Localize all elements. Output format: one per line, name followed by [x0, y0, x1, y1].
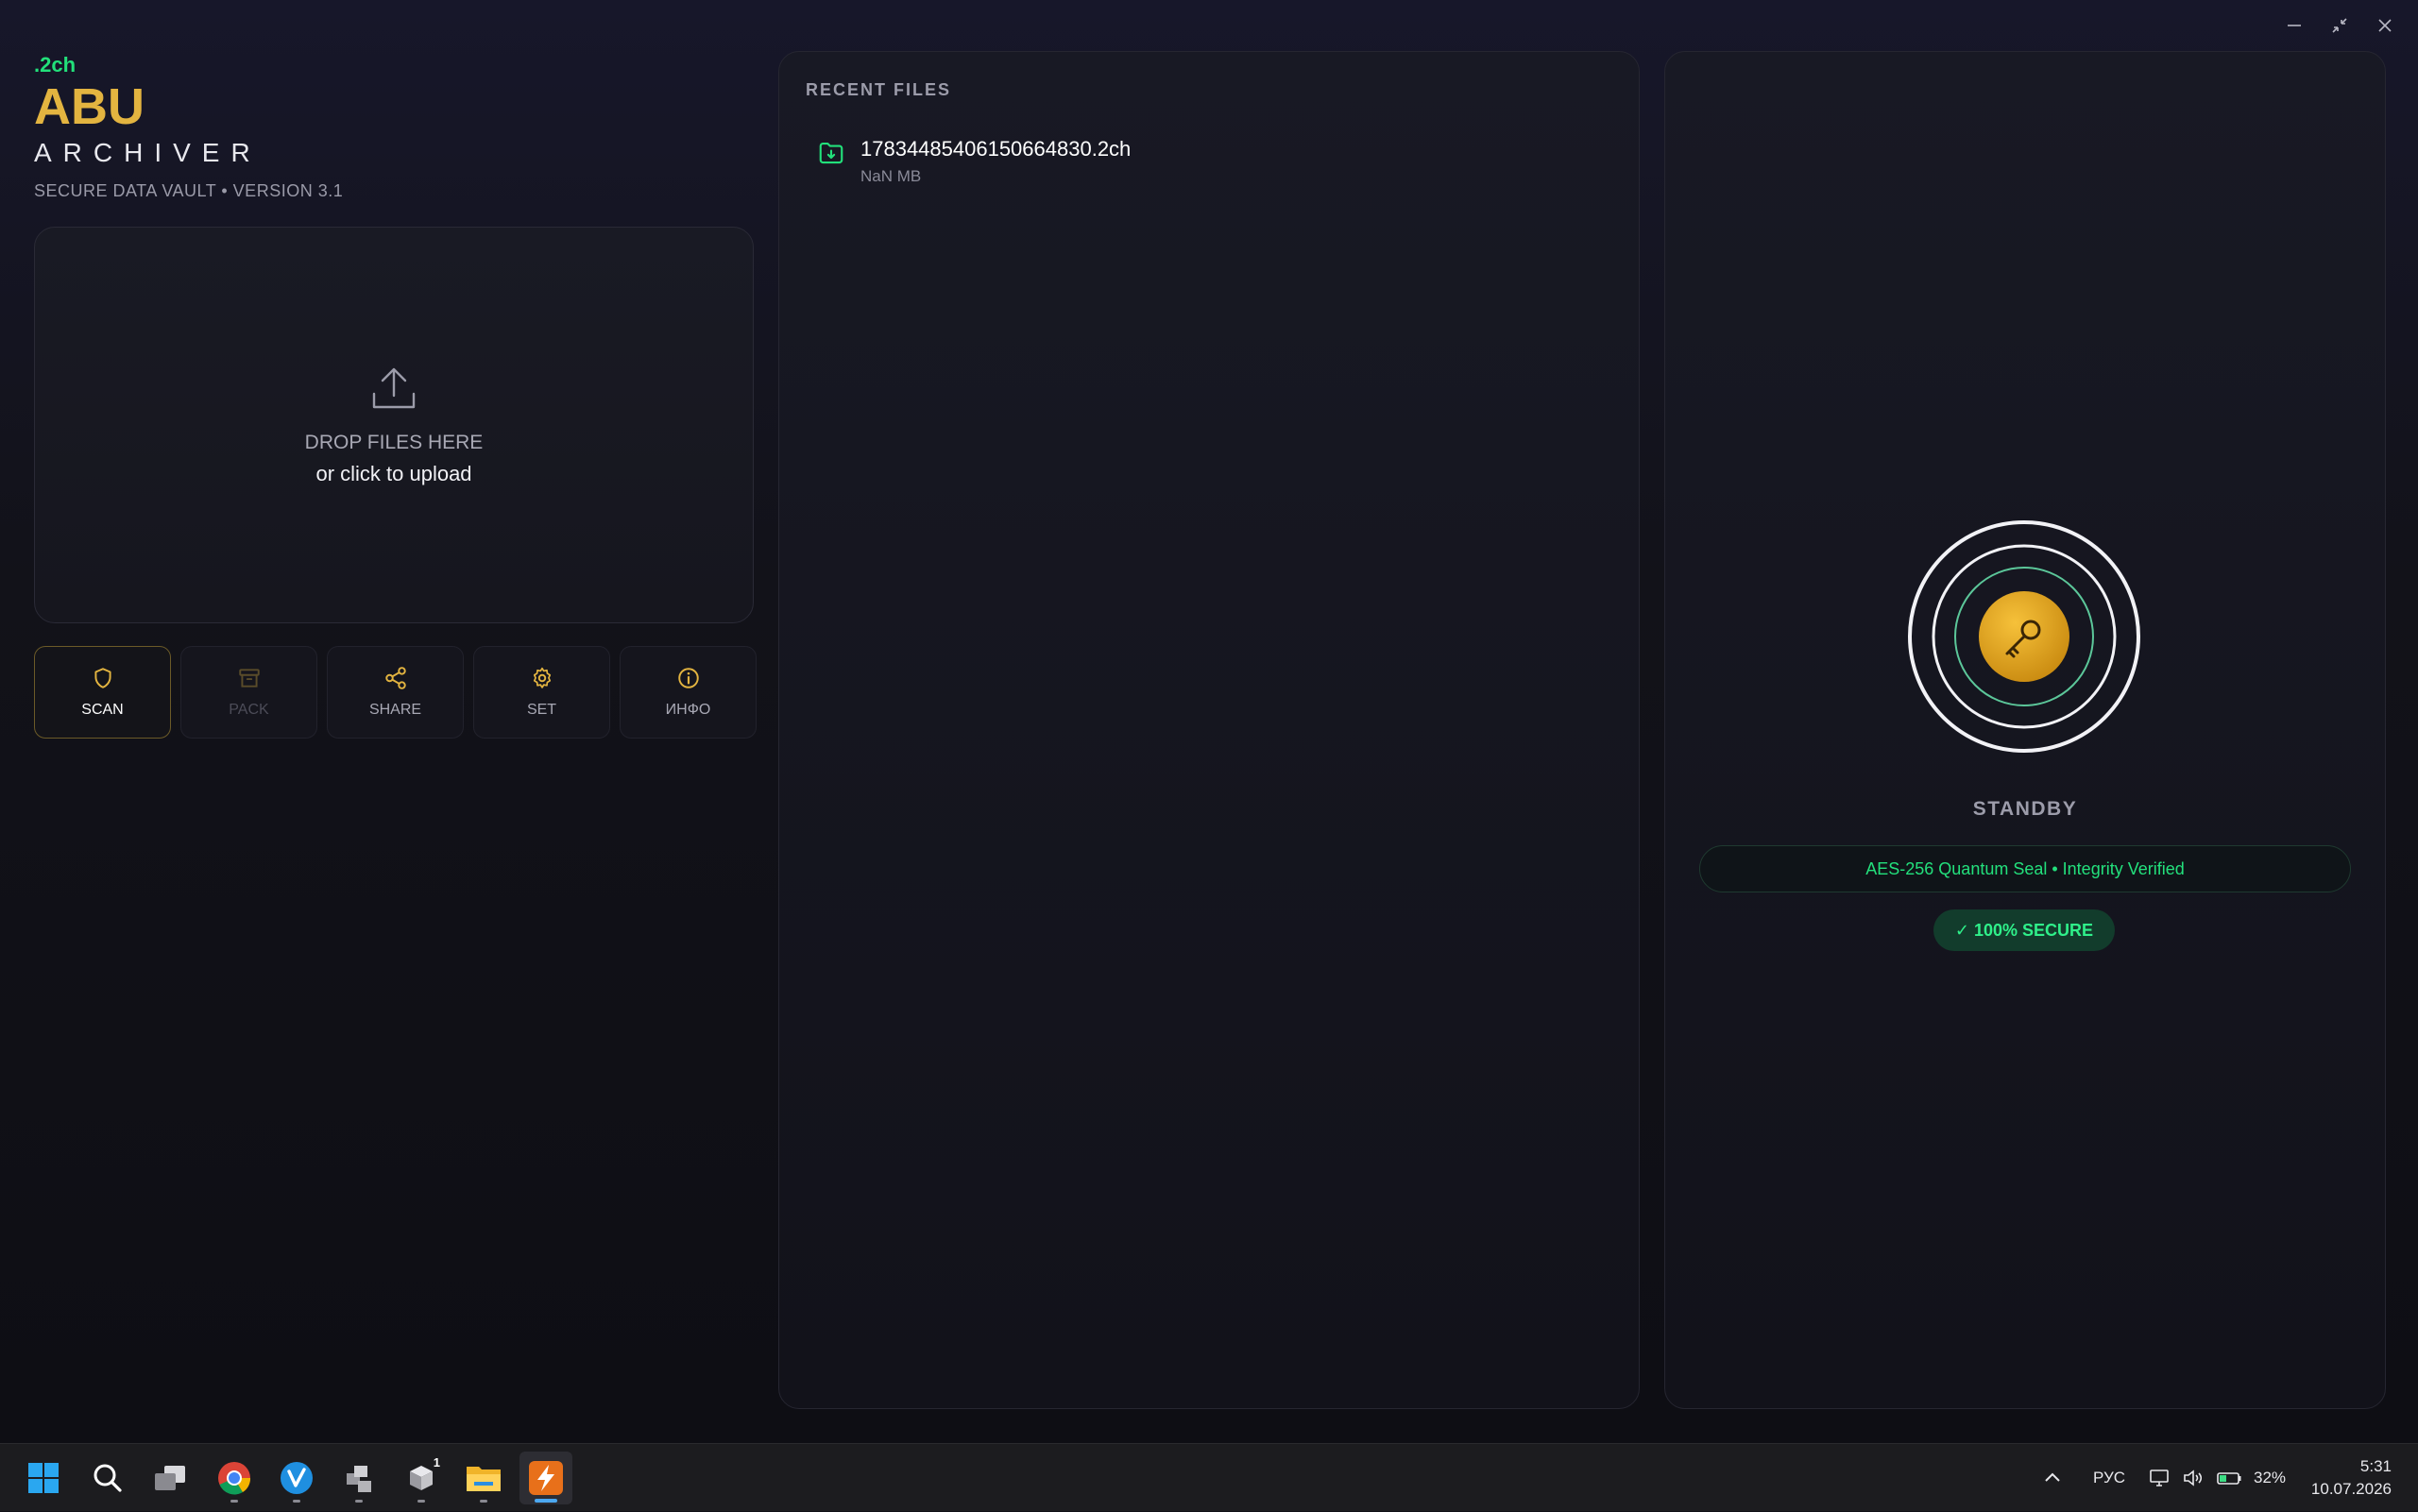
scan-button[interactable]: SCAN — [34, 646, 171, 739]
collapse-icon — [2332, 18, 2347, 33]
seal-graphic — [1908, 520, 2140, 753]
task-view-icon — [155, 1466, 185, 1490]
taskbar-search[interactable] — [81, 1452, 134, 1504]
battery-percent: 32% — [2254, 1469, 2287, 1487]
clock-time: 5:31 — [2359, 1457, 2392, 1475]
settings-button[interactable]: SET — [473, 646, 610, 739]
gear-icon — [533, 667, 551, 688]
upload-icon — [372, 367, 416, 409]
minimize-icon — [2288, 25, 2301, 26]
folder-download-icon — [819, 142, 843, 164]
taskbar-file-explorer[interactable] — [457, 1452, 510, 1504]
share-label: SHARE — [368, 702, 422, 718]
settings-label: SET — [526, 702, 557, 718]
integrity-banner: AES-256 Quantum Seal • Integrity Verifie… — [1699, 845, 2351, 892]
scan-label: SCAN — [81, 702, 124, 718]
shield-icon — [94, 668, 111, 688]
pack-label: PACK — [229, 702, 269, 718]
clock-date: 10.07.2026 — [2310, 1480, 2392, 1498]
archive-icon — [238, 669, 260, 688]
search-icon — [94, 1464, 122, 1492]
restore-button[interactable] — [2325, 11, 2354, 40]
file-name: 17834485406150664830.2ch — [860, 137, 1132, 161]
vscode-like-icon — [281, 1462, 313, 1494]
taskbar-chrome[interactable] — [208, 1452, 261, 1504]
list-item[interactable]: 17834485406150664830.2ch NaN MB — [817, 137, 1131, 186]
status-label: STANDBY — [1972, 798, 2078, 820]
close-button[interactable] — [2371, 11, 2399, 40]
taskbar-app-v[interactable] — [270, 1452, 323, 1504]
close-icon — [2378, 19, 2392, 32]
pack-button[interactable]: PACK — [180, 646, 317, 739]
brand-subtitle: ARCHIVER — [34, 138, 262, 167]
dropzone-title: DROP FILES HERE — [304, 432, 484, 453]
recent-files-panel: RECENT FILES 17834485406150664830.2ch Na… — [778, 51, 1640, 1409]
start-button[interactable] — [17, 1452, 70, 1504]
action-bar: SCAN PACK SHARE SET ИНФО — [34, 646, 757, 739]
language-indicator[interactable]: РУС — [2093, 1444, 2125, 1512]
brand-tagline: SECURE DATA VAULT • VERSION 3.1 — [34, 181, 344, 200]
share-button[interactable]: SHARE — [327, 646, 464, 739]
recent-files-title: RECENT FILES — [806, 80, 952, 99]
taskbar-packages[interactable] — [332, 1452, 385, 1504]
minimize-button[interactable] — [2280, 11, 2308, 40]
brand-extension: .2ch — [34, 53, 77, 76]
file-explorer-icon — [467, 1467, 501, 1491]
window-controls — [2280, 11, 2399, 40]
brand-block: .2ch ABU ARCHIVER SECURE DATA VAULT • VE… — [34, 53, 343, 201]
archiver-app-icon — [529, 1461, 563, 1495]
tray-overflow[interactable] — [2042, 1444, 2063, 1512]
share-icon — [384, 667, 406, 689]
cube-app-badge: 1 — [433, 1455, 440, 1470]
battery-icon — [2217, 1472, 2241, 1485]
clock[interactable]: 5:31 10.07.2026 — [2311, 1455, 2392, 1501]
tray-status-group[interactable]: 32% — [2148, 1444, 2286, 1512]
file-info: 17834485406150664830.2ch NaN MB — [860, 137, 1131, 186]
brand-name: ABU — [34, 78, 145, 135]
taskbar-archiver-app[interactable] — [519, 1452, 572, 1504]
chrome-icon — [218, 1462, 251, 1495]
dropzone-subtitle: or click to upload — [315, 462, 472, 485]
network-icon — [2150, 1470, 2169, 1487]
volume-icon — [2184, 1470, 2203, 1487]
status-panel: STANDBY AES-256 Quantum Seal • Integrity… — [1664, 51, 2386, 1409]
info-label: ИНФО — [665, 702, 711, 718]
taskbar: 1 РУС 32% 5:31 10.07.2026 — [0, 1443, 2418, 1511]
windows-start-icon — [28, 1463, 59, 1493]
app-window: .2ch ABU ARCHIVER SECURE DATA VAULT • VE… — [0, 0, 2418, 1443]
chevron-up-icon — [2045, 1472, 2060, 1482]
info-icon — [677, 668, 699, 688]
taskbar-cube-app[interactable]: 1 — [395, 1452, 448, 1504]
secure-badge: ✓ 100% SECURE — [1933, 909, 2115, 951]
package-icon — [347, 1466, 371, 1492]
info-button[interactable]: ИНФО — [620, 646, 757, 739]
upload-dropzone[interactable]: DROP FILES HERE or click to upload — [34, 227, 754, 623]
task-view-button[interactable] — [144, 1452, 196, 1504]
file-size: NaN MB — [860, 167, 922, 185]
